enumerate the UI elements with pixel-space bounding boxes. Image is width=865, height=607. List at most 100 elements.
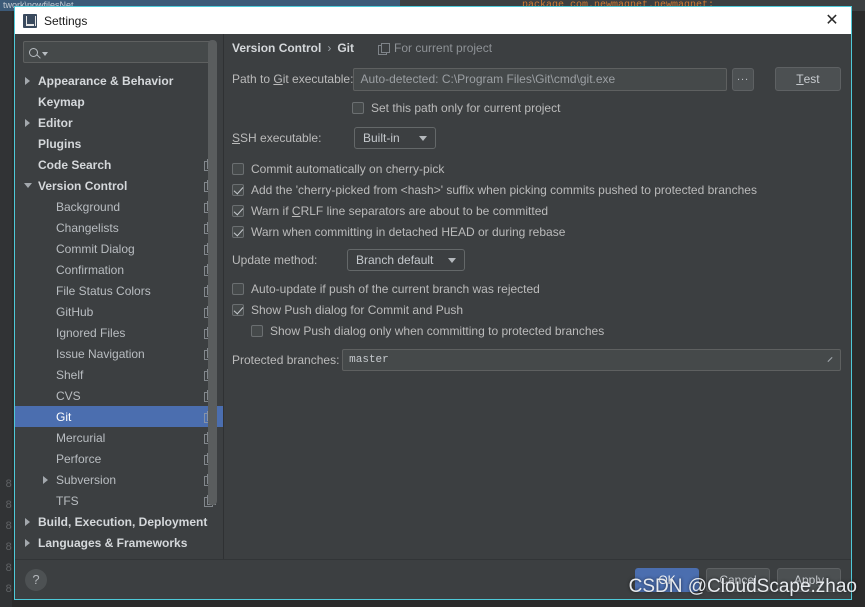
chevron-down-icon (419, 135, 427, 141)
chevron-right-icon[interactable] (39, 469, 52, 490)
sidebar-item-label: CVS (56, 388, 81, 403)
sidebar-item-cvs[interactable]: CVS (15, 385, 223, 406)
git-settings-panel: Version Control › Git For current projec… (224, 34, 851, 559)
apply-button[interactable]: Apply (777, 567, 841, 592)
close-icon[interactable]: ✕ (821, 10, 843, 32)
line-number: 8 (5, 584, 12, 596)
sidebar-item-background[interactable]: Background (15, 196, 223, 217)
chevron-down-icon (42, 52, 48, 56)
sidebar-item-editor[interactable]: Editor (15, 112, 223, 133)
browse-button[interactable]: ... (732, 67, 754, 91)
git-executable-input[interactable]: Auto-detected: C:\Program Files\Git\cmd\… (353, 67, 728, 91)
search-input[interactable] (23, 41, 215, 63)
chevron-right-icon[interactable] (21, 112, 34, 133)
search-icon (29, 47, 38, 57)
chevron-right-icon[interactable] (21, 70, 34, 91)
sidebar-item-file-status-colors[interactable]: File Status Colors (15, 280, 223, 301)
chevron-down-icon (448, 257, 456, 263)
sidebar-item-appearance-behavior[interactable]: Appearance & Behavior (15, 70, 223, 91)
twisty-spacer-icon (39, 406, 52, 427)
sidebar-item-build-execution-deployment[interactable]: Build, Execution, Deployment (15, 511, 223, 532)
expand-icon[interactable] (825, 355, 835, 365)
push-option-row[interactable]: Show Push dialog only when committing to… (232, 320, 841, 341)
sidebar-item-keymap[interactable]: Keymap (15, 91, 223, 112)
git-options-group: Commit automatically on cherry-pick Add t… (224, 158, 841, 242)
ssh-executable-select[interactable]: Built-in (354, 127, 436, 149)
path-only-project-checkbox[interactable] (352, 101, 364, 114)
twisty-spacer-icon (39, 217, 52, 238)
sidebar-item-issue-navigation[interactable]: Issue Navigation (15, 343, 223, 364)
twisty-spacer-icon (39, 280, 52, 301)
protected-branches-label: Protected branches: (232, 353, 340, 367)
sidebar-item-plugins[interactable]: Plugins (15, 133, 223, 154)
help-icon[interactable]: ? (25, 568, 47, 591)
sidebar-item-code-search[interactable]: Code Search (15, 154, 223, 175)
protected-branches-input[interactable]: master (342, 349, 841, 371)
sidebar-item-label: GitHub (56, 304, 94, 319)
sidebar-item-git[interactable]: Git (15, 406, 223, 427)
push-option-label: Show Push dialog for Commit and Push (251, 302, 464, 317)
test-button[interactable]: Test (774, 67, 842, 91)
line-number: 8 (5, 500, 12, 512)
cancel-button[interactable]: Cancel (706, 567, 770, 592)
git-option-row[interactable]: Warn when committing in detached HEAD or… (232, 221, 841, 242)
git-option-row[interactable]: Commit automatically on cherry-pick (232, 158, 841, 179)
push-option-checkbox[interactable] (232, 303, 244, 316)
twisty-spacer-icon (39, 490, 52, 511)
settings-dialog: Settings ✕ Appearance & Behavior Keymap Ed… (14, 6, 852, 600)
ssh-executable-value: Built-in (363, 131, 400, 145)
git-executable-label: Path to Git executable: (232, 72, 354, 86)
sidebar-item-label: File Status Colors (56, 283, 151, 298)
dialog-body: Appearance & Behavior Keymap Editor Plugins… (15, 34, 851, 559)
protected-branches-value: master (349, 354, 389, 366)
push-option-row[interactable]: Show Push dialog for Commit and Push (232, 299, 841, 320)
chevron-down-icon[interactable] (21, 175, 34, 196)
update-method-label: Update method: (232, 253, 318, 267)
sidebar-item-shelf[interactable]: Shelf (15, 364, 223, 385)
sidebar-item-label: Appearance & Behavior (38, 73, 174, 88)
push-option-row[interactable]: Auto-update if push of the current branc… (232, 278, 841, 299)
sidebar-item-label: Build, Execution, Deployment (38, 514, 208, 529)
push-option-checkbox[interactable] (251, 324, 263, 337)
sidebar-item-label: Changelists (56, 220, 119, 235)
ssh-executable-row: SSH executable: Built-in (224, 127, 841, 149)
sidebar-item-version-control[interactable]: Version Control (15, 175, 223, 196)
line-number: 8 (5, 479, 12, 491)
update-method-select[interactable]: Branch default (347, 249, 465, 271)
sidebar-item-label: Commit Dialog (56, 241, 135, 256)
breadcrumb-current: Git (337, 41, 355, 55)
git-option-checkbox[interactable] (232, 183, 244, 196)
sidebar-scrollbar-thumb[interactable] (208, 40, 217, 505)
ssh-executable-label: SSH executable: (232, 131, 322, 145)
sidebar-item-tfs[interactable]: TFS (15, 490, 223, 511)
git-option-checkbox[interactable] (232, 162, 244, 175)
twisty-spacer-icon (39, 196, 52, 217)
sidebar-item-changelists[interactable]: Changelists (15, 217, 223, 238)
breadcrumb-parent[interactable]: Version Control (232, 41, 321, 55)
protected-branches-row: Protected branches: master (224, 349, 841, 371)
push-option-label: Auto-update if push of the current branc… (251, 281, 540, 296)
git-option-checkbox[interactable] (232, 204, 244, 217)
sidebar-item-subversion[interactable]: Subversion (15, 469, 223, 490)
sidebar-item-perforce[interactable]: Perforce (15, 448, 223, 469)
path-only-project-label: Set this path only for current project (371, 100, 561, 115)
sidebar-item-confirmation[interactable]: Confirmation (15, 259, 223, 280)
sidebar-item-ignored-files[interactable]: Ignored Files (15, 322, 223, 343)
ok-button[interactable]: OK (635, 567, 699, 592)
git-option-row[interactable]: Add the 'cherry-picked from <hash>' suff… (232, 179, 841, 200)
dialog-title: Settings (44, 13, 88, 28)
sidebar-item-languages-frameworks[interactable]: Languages & Frameworks (15, 532, 223, 553)
git-option-label: Warn when committing in detached HEAD or… (251, 224, 566, 239)
chevron-right-icon[interactable] (21, 532, 34, 553)
sidebar-item-github[interactable]: GitHub (15, 301, 223, 322)
sidebar-item-mercurial[interactable]: Mercurial (15, 427, 223, 448)
git-option-row[interactable]: Warn if CRLF line separators are about t… (232, 200, 841, 221)
sidebar-item-label: TFS (56, 493, 79, 508)
git-option-checkbox[interactable] (232, 225, 244, 238)
chevron-right-icon[interactable] (21, 511, 34, 532)
sidebar-item-commit-dialog[interactable]: Commit Dialog (15, 238, 223, 259)
push-option-label: Show Push dialog only when committing to… (270, 323, 605, 338)
twisty-spacer-icon (21, 91, 34, 112)
push-option-checkbox[interactable] (232, 282, 244, 295)
path-only-project-row[interactable]: Set this path only for current project (224, 97, 841, 118)
